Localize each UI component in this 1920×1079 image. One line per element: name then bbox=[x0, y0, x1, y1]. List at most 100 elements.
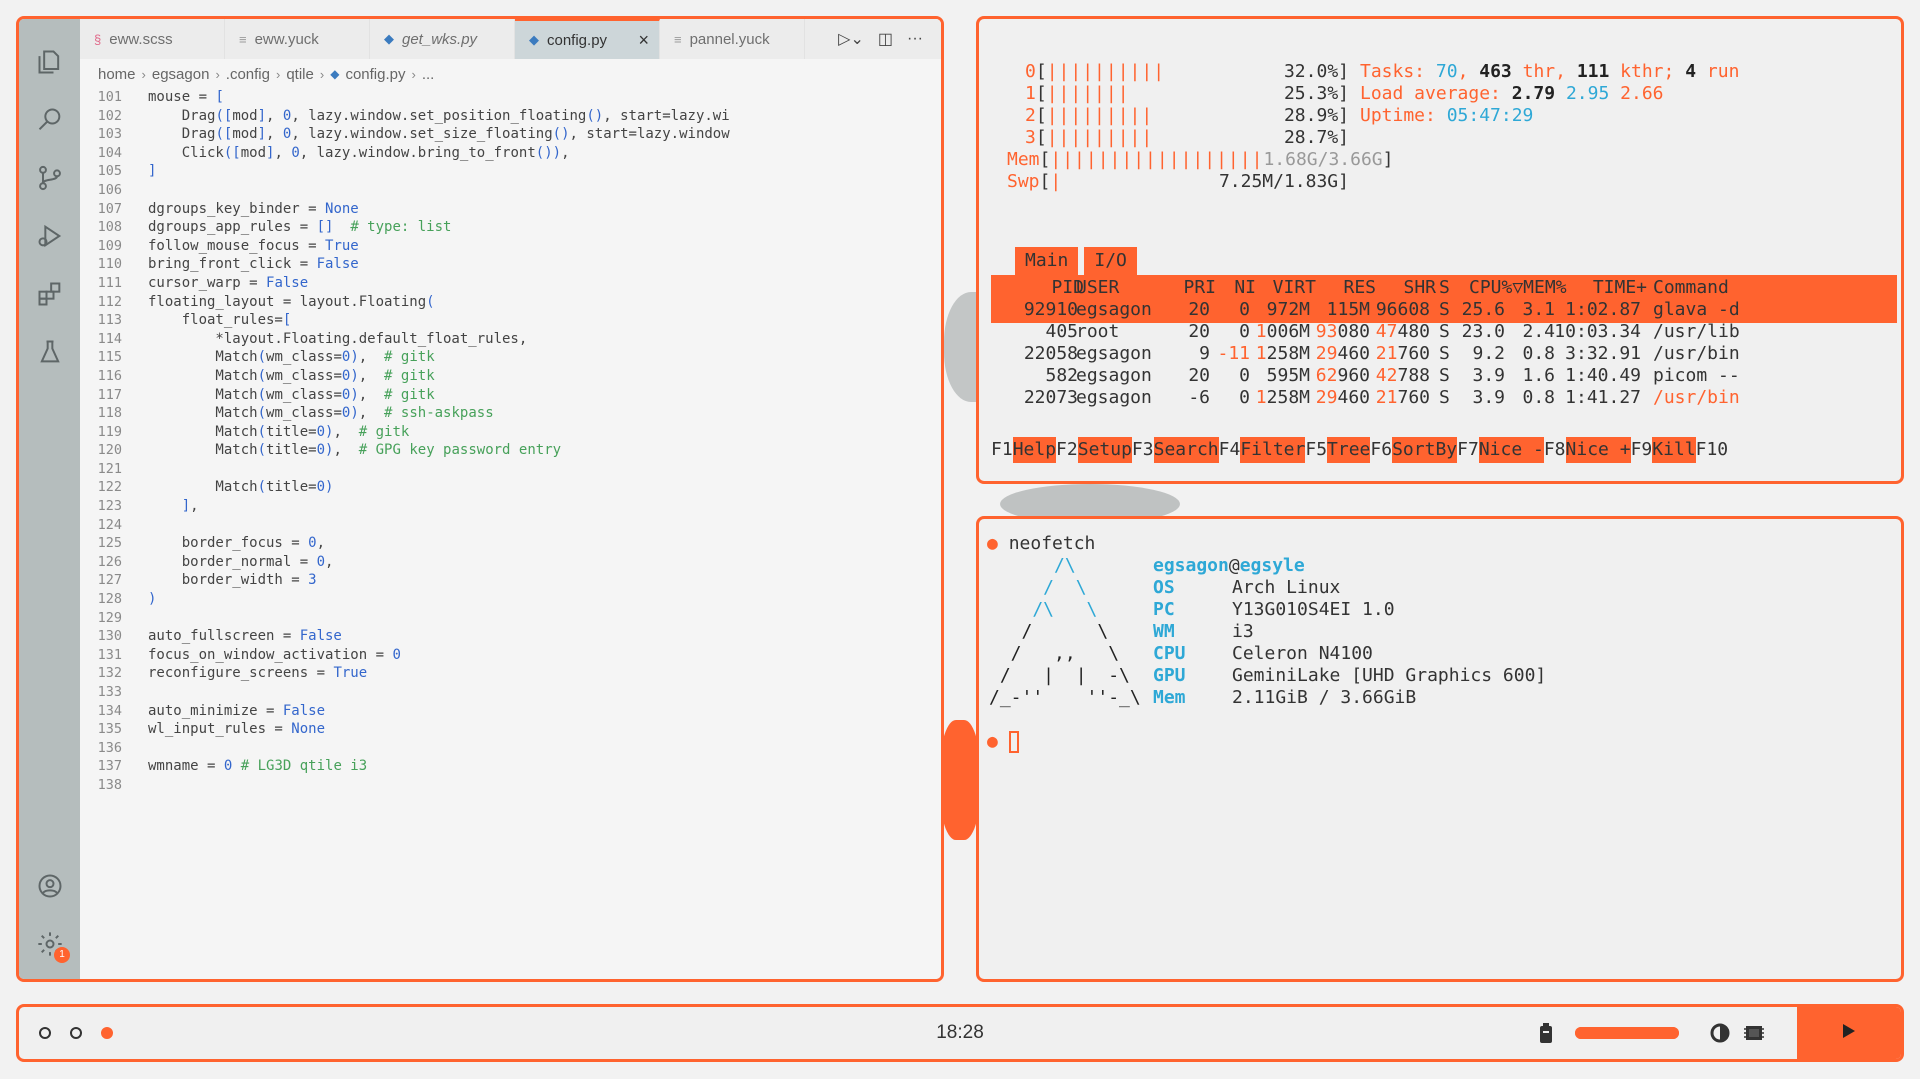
python-file-icon: ◆ bbox=[330, 67, 340, 81]
breadcrumb-item[interactable]: home bbox=[98, 66, 136, 83]
fkey-f5[interactable]: F5 Tree bbox=[1305, 437, 1371, 463]
code-line: 126 border_normal = 0, bbox=[80, 554, 941, 573]
code-editor[interactable]: 101 mouse = [102 Drag([mod], 0, lazy.wind… bbox=[80, 89, 941, 979]
code-line: 127 border_width = 3 bbox=[80, 572, 941, 591]
process-res: 29460 bbox=[1315, 387, 1370, 408]
fkey-f3[interactable]: F3 Search bbox=[1132, 437, 1219, 463]
breadcrumb-item[interactable]: qtile bbox=[286, 66, 314, 83]
tasks-label: Tasks: bbox=[1360, 61, 1426, 82]
line-number: 121 bbox=[97, 460, 122, 477]
fkey-key: F6 bbox=[1370, 439, 1393, 460]
fkey-f10[interactable]: F10 bbox=[1696, 437, 1729, 463]
mem-label: Mem bbox=[1007, 149, 1040, 170]
code-text: Drag([mod], 0, lazy.window.set_position_… bbox=[148, 107, 730, 124]
breadcrumb-item[interactable]: .config bbox=[226, 66, 270, 83]
code-text: border_width = 3 bbox=[148, 572, 317, 589]
extensions-icon[interactable] bbox=[19, 265, 80, 323]
tab-config-py[interactable]: ◆ config.py × bbox=[515, 19, 660, 59]
cpu-bar: ||||||||| bbox=[1046, 105, 1154, 126]
brightness-icon[interactable] bbox=[1709, 1022, 1731, 1049]
line-number: 107 bbox=[97, 200, 122, 217]
process-shr: 21760 bbox=[1375, 387, 1430, 408]
run-debug-icon[interactable] bbox=[19, 207, 80, 265]
code-line: 105] bbox=[80, 163, 941, 182]
line-number: 103 bbox=[97, 126, 122, 143]
fkey-f9[interactable]: F9 Kill bbox=[1631, 437, 1696, 463]
at-sign: @ bbox=[1228, 555, 1240, 576]
editor-area: § eww.scss ≡ eww.yuck ◆ get_wks.py ◆ config.… bbox=[80, 19, 941, 979]
code-line: 111 cursor_warp = False bbox=[80, 275, 941, 294]
fkey-label: Nice - bbox=[1478, 437, 1544, 463]
line-number: 128 bbox=[97, 591, 122, 608]
cpu-id: 3 bbox=[1025, 127, 1036, 148]
code-text: Drag([mod], 0, lazy.window.set_size_floa… bbox=[148, 126, 730, 143]
line-number: 124 bbox=[97, 516, 122, 533]
fkey-f2[interactable]: F2 Setup bbox=[1056, 437, 1132, 463]
code-line: 136 bbox=[80, 740, 941, 759]
breadcrumb-item[interactable]: config.py bbox=[345, 66, 405, 83]
search-icon[interactable] bbox=[19, 91, 80, 149]
fkey-key: F5 bbox=[1305, 439, 1328, 460]
code-text: floating_layout = layout.Floating( bbox=[148, 293, 435, 310]
code-text: bring_front_click = False bbox=[148, 256, 359, 273]
code-line: 128) bbox=[80, 591, 941, 610]
tab-main[interactable]: Main bbox=[1015, 247, 1079, 275]
cursor[interactable] bbox=[1008, 731, 1019, 753]
more-actions-icon[interactable]: ··· bbox=[907, 30, 923, 48]
neofetch-terminal[interactable]: ● neofetch /\ / \ /\ \ / \ / ,, \ / | | … bbox=[976, 516, 1904, 982]
run-file-icon[interactable]: ▷⌄ bbox=[838, 29, 864, 49]
volume-slider[interactable] bbox=[1575, 1027, 1679, 1039]
code-line: 102 Drag([mod], 0, lazy.window.set_posit… bbox=[80, 108, 941, 127]
code-line: 117 Match(wm_class=0), # gitk bbox=[80, 387, 941, 406]
line-number: 117 bbox=[97, 386, 122, 403]
tab-get-wks-py[interactable]: ◆ get_wks.py bbox=[370, 19, 515, 59]
line-number: 123 bbox=[97, 498, 122, 515]
fkey-f7[interactable]: F7 Nice - bbox=[1457, 437, 1544, 463]
htop-terminal[interactable]: 0[|||||||||| 32.0%] 1[||||||| 25.3%] 2[|||||… bbox=[976, 16, 1904, 484]
explorer-icon[interactable] bbox=[19, 33, 80, 91]
code-text: Match(wm_class=0), # gitk bbox=[148, 386, 435, 403]
chevron-right-icon: › bbox=[141, 66, 146, 82]
chevron-right-icon: › bbox=[215, 66, 220, 82]
code-line: 107 dgroups_key_binder = None bbox=[80, 201, 941, 220]
cpu-id: 0 bbox=[1025, 61, 1036, 82]
fkey-f1[interactable]: F1 Help bbox=[991, 437, 1057, 463]
fkey-f6[interactable]: F6 SortBy bbox=[1370, 437, 1458, 463]
text-file-icon: ≡ bbox=[674, 31, 682, 47]
tab-eww-yuck[interactable]: ≡ eww.yuck bbox=[225, 19, 370, 59]
tab-eww-scss[interactable]: § eww.scss bbox=[80, 19, 225, 59]
source-control-icon[interactable] bbox=[19, 149, 80, 207]
hostname: egsyle bbox=[1239, 555, 1305, 576]
settings-gear-icon[interactable]: 1 bbox=[19, 915, 80, 973]
testing-icon[interactable] bbox=[19, 323, 80, 381]
tab-pannel-yuck[interactable]: ≡ pannel.yuck bbox=[660, 19, 805, 59]
code-text: auto_fullscreen = False bbox=[148, 628, 342, 645]
tab-label: eww.scss bbox=[109, 30, 173, 48]
code-line: 108 dgroups_app_rules = [] # type: list bbox=[80, 219, 941, 238]
memory-chip-icon bbox=[1743, 1022, 1765, 1049]
fkey-f4[interactable]: F4 Filter bbox=[1219, 437, 1306, 463]
thr-label: thr, bbox=[1522, 61, 1566, 82]
kthr-label: kthr; bbox=[1620, 61, 1675, 82]
tab-label: pannel.yuck bbox=[689, 30, 770, 48]
process-mem: 0.8 bbox=[1522, 387, 1555, 408]
mem-value: 1.68G/3.66G bbox=[1263, 149, 1383, 170]
tab-io[interactable]: I/O bbox=[1084, 247, 1137, 275]
breadcrumb-item[interactable]: ... bbox=[422, 66, 435, 83]
close-tab-icon[interactable]: × bbox=[638, 30, 649, 51]
breadcrumb-item[interactable]: egsagon bbox=[152, 66, 210, 83]
code-text: Match(title=0) bbox=[148, 479, 334, 496]
play-button[interactable] bbox=[1797, 1007, 1901, 1059]
code-text: Match(wm_class=0), # ssh-askpass bbox=[148, 405, 494, 422]
account-icon[interactable] bbox=[19, 857, 80, 915]
tasks-count: 70 bbox=[1435, 61, 1458, 82]
python-file-icon: ◆ bbox=[529, 32, 539, 47]
split-editor-icon[interactable]: ◫ bbox=[878, 29, 893, 49]
fkey-key: F7 bbox=[1457, 439, 1479, 460]
code-text: Match(title=0), # GPG key password entry bbox=[148, 442, 562, 459]
load-15: 2.66 bbox=[1620, 83, 1664, 104]
fkey-f8[interactable]: F8 Nice + bbox=[1544, 437, 1631, 463]
